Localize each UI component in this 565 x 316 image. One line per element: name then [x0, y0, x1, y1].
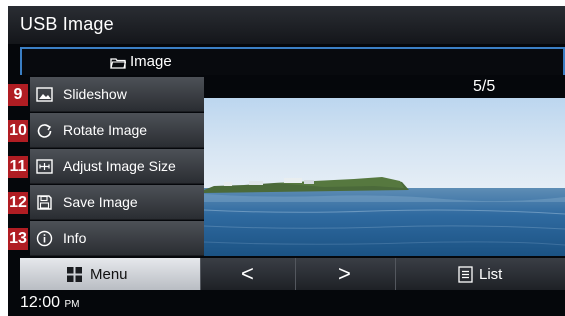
menu-grid-icon — [67, 267, 82, 282]
status-clock: 12:00 PM — [20, 294, 80, 312]
resize-icon — [36, 159, 53, 174]
info-icon — [36, 230, 53, 247]
next-button[interactable]: > — [295, 258, 396, 290]
list-icon — [458, 266, 473, 283]
menu-item-label: Adjust Image Size — [63, 158, 176, 174]
menu-item-label: Rotate Image — [63, 122, 148, 138]
callout-number: 10 — [8, 120, 28, 142]
options-menu: 9 Slideshow 10 Rotate Image 11 Adjust Im… — [8, 74, 204, 260]
menu-item-label: Slideshow — [63, 86, 127, 102]
slideshow-icon — [36, 87, 53, 102]
folder-path-bar[interactable]: Image — [20, 47, 565, 75]
image-counter: 5/5 — [473, 78, 496, 95]
bottom-toolbar: Menu < > List — [20, 258, 565, 290]
menu-item-label: Save Image — [63, 194, 138, 210]
folder-path-label: Image — [130, 53, 172, 70]
title-bar: USB Image — [8, 6, 565, 44]
menu-button-label: Menu — [90, 266, 128, 283]
menu-item-rotate-image[interactable]: Rotate Image — [30, 113, 204, 148]
callout-number: 11 — [8, 156, 28, 178]
previous-button[interactable]: < — [200, 258, 296, 290]
save-icon — [37, 195, 52, 210]
infotainment-screen: USB Image Image 5/5 9 Slideshow 10 Rotat… — [8, 6, 565, 316]
menu-item-label: Info — [63, 230, 87, 246]
clock-ampm: PM — [64, 299, 80, 310]
callout-number: 9 — [8, 84, 28, 106]
list-button[interactable]: List — [395, 258, 565, 290]
menu-button[interactable]: Menu — [20, 258, 200, 290]
folder-icon — [110, 58, 126, 69]
menu-item-info[interactable]: Info — [30, 221, 204, 256]
clock-time: 12:00 — [20, 294, 61, 311]
seascape-photo — [204, 98, 565, 256]
chevron-left-icon: < — [241, 261, 254, 286]
callout-number: 12 — [8, 192, 28, 214]
menu-item-save-image[interactable]: Save Image — [30, 185, 204, 220]
rotate-icon — [37, 124, 52, 138]
menu-item-adjust-image-size[interactable]: Adjust Image Size — [30, 149, 204, 184]
list-button-label: List — [479, 266, 503, 283]
window-title: USB Image — [20, 14, 114, 34]
image-viewer[interactable] — [204, 98, 565, 256]
menu-item-slideshow[interactable]: Slideshow — [30, 77, 204, 112]
chevron-right-icon: > — [338, 261, 351, 286]
callout-number: 13 — [8, 228, 28, 250]
